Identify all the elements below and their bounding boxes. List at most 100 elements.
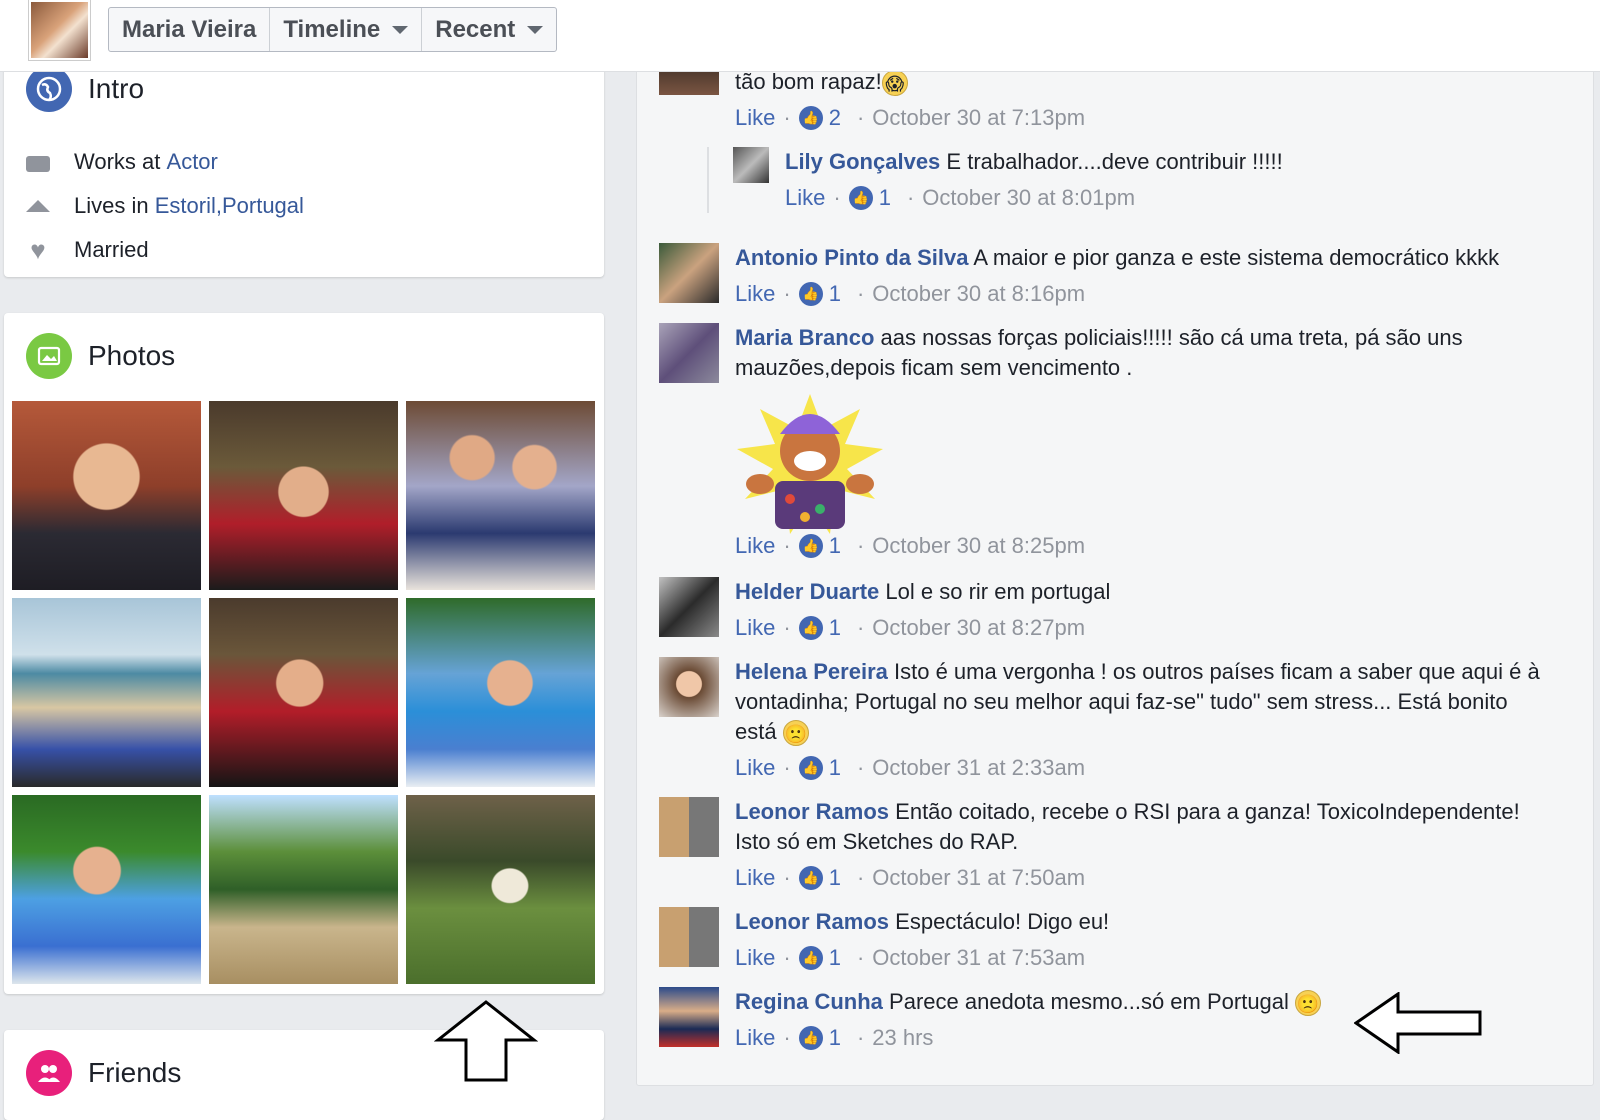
comment-body: Leonor Ramos Então coitado, recebe o RSI…: [735, 797, 1555, 893]
recent-dropdown[interactable]: Recent: [422, 8, 556, 51]
comment-timestamp[interactable]: October 30 at 7:13pm: [872, 103, 1085, 133]
shocked-emoji-icon: 😱: [881, 70, 908, 97]
photos-title[interactable]: Photos: [88, 340, 175, 372]
avatar[interactable]: [659, 577, 719, 637]
comment-author[interactable]: Helena Pereira: [735, 659, 888, 684]
comment-timestamp[interactable]: October 30 at 8:27pm: [872, 613, 1085, 643]
like-count[interactable]: 1: [829, 863, 841, 893]
comment-text: tão bom rapaz!: [735, 69, 882, 94]
profile-name-button[interactable]: Maria Vieira: [109, 8, 271, 51]
comment-author[interactable]: Leonor Ramos: [735, 909, 889, 934]
avatar[interactable]: [733, 147, 769, 183]
photo-thumbnail[interactable]: [209, 598, 398, 787]
photo-thumbnail[interactable]: [406, 401, 595, 590]
photo-thumbnail[interactable]: [12, 401, 201, 590]
like-count[interactable]: 2: [829, 103, 841, 133]
photo-thumbnail[interactable]: [12, 598, 201, 787]
comment-text: Lol e so rir em portugal: [885, 579, 1111, 604]
lives-country-link[interactable]: Portugal: [222, 193, 304, 219]
avatar[interactable]: [659, 323, 719, 383]
like-count[interactable]: 1: [829, 1023, 841, 1053]
like-link[interactable]: Like: [735, 613, 775, 643]
comment-author[interactable]: Maria Branco: [735, 325, 874, 350]
intro-card: Intro Works at Actor Lives in Estoril, P…: [4, 62, 604, 277]
comment-timestamp[interactable]: 23 hrs: [872, 1023, 933, 1053]
sad-emoji-icon: 🙁: [1295, 990, 1322, 1017]
comment-author[interactable]: Helder Duarte: [735, 579, 879, 604]
like-count[interactable]: 1: [829, 613, 841, 643]
comment-timestamp[interactable]: October 30 at 8:01pm: [922, 183, 1135, 213]
recent-label: Recent: [435, 15, 516, 43]
comment-meta: Like · 👍 1 · October 30 at 8:27pm: [735, 613, 1555, 643]
like-link[interactable]: Like: [735, 753, 775, 783]
dot-separator: ·: [783, 105, 791, 130]
comment-meta: Like · 👍 2 · October 30 at 7:13pm: [735, 103, 1555, 133]
like-link[interactable]: Like: [735, 279, 775, 309]
like-link[interactable]: Like: [735, 1023, 775, 1053]
dot-separator: ·: [783, 865, 791, 890]
timeline-dropdown[interactable]: Timeline: [270, 8, 423, 51]
like-link[interactable]: Like: [735, 103, 775, 133]
avatar[interactable]: [659, 907, 719, 967]
comment-author[interactable]: Lily Gonçalves: [785, 149, 940, 174]
like-count[interactable]: 1: [829, 531, 841, 561]
like-count[interactable]: 1: [879, 183, 891, 213]
profile-nav: Maria Vieira Timeline Recent: [108, 7, 558, 52]
comment-timestamp[interactable]: October 30 at 8:25pm: [872, 531, 1085, 561]
comment-text: Parece anedota mesmo...só em Portugal: [889, 989, 1289, 1014]
comment-body: Maria Branco aas nossas forças policiais…: [735, 323, 1555, 383]
dot-separator: ·: [856, 755, 865, 780]
comment-timestamp[interactable]: October 31 at 2:33am: [872, 753, 1085, 783]
sad-emoji-icon: 🙁: [782, 720, 809, 747]
comment-body: Lily Gonçalves E trabalhador....deve con…: [785, 147, 1545, 213]
house-icon: [26, 200, 50, 212]
comment-body: Antonio Pinto da Silva A maior e pior ga…: [735, 243, 1555, 309]
avatar[interactable]: [659, 243, 719, 303]
heart-icon: ♥: [30, 235, 46, 265]
comment-timestamp[interactable]: October 30 at 8:16pm: [872, 279, 1085, 309]
dot-separator: ·: [783, 1025, 791, 1050]
like-link[interactable]: Like: [735, 943, 775, 973]
up-arrow-icon: [434, 1000, 538, 1082]
profile-thumbnail[interactable]: [29, 0, 90, 60]
work-link[interactable]: Actor: [167, 149, 218, 175]
like-link[interactable]: Like: [735, 531, 775, 561]
comment-meta: Like · 👍 1 · October 30 at 8:25pm: [735, 531, 1555, 561]
photo-thumbnail[interactable]: [209, 401, 398, 590]
chevron-down-icon: [527, 25, 544, 34]
lives-prefix: Lives in: [74, 193, 149, 218]
laughing-sticker-icon[interactable]: [735, 389, 885, 539]
friends-title[interactable]: Friends: [88, 1057, 181, 1089]
comment-meta: Like · 👍 1 · October 31 at 7:50am: [735, 863, 1555, 893]
photos-card: Photos: [4, 313, 604, 994]
comment-body: Helder Duarte Lol e so rir em portugal L…: [735, 577, 1555, 643]
comment-timestamp[interactable]: October 31 at 7:50am: [872, 863, 1085, 893]
like-count[interactable]: 1: [829, 279, 841, 309]
photo-thumbnail[interactable]: [406, 598, 595, 787]
relationship-status: Married: [74, 237, 149, 262]
avatar[interactable]: [659, 797, 719, 857]
comment-meta: Like · 👍 1 · October 30 at 8:16pm: [735, 279, 1555, 309]
photo-thumbnail[interactable]: [406, 795, 595, 984]
thumbs-up-icon: 👍: [798, 106, 823, 130]
comment-timestamp[interactable]: October 31 at 7:53am: [872, 943, 1085, 973]
like-count[interactable]: 1: [829, 943, 841, 973]
intro-list: Works at Actor Lives in Estoril, Portuga…: [26, 140, 304, 272]
avatar[interactable]: [659, 987, 719, 1047]
thumbs-up-icon: 👍: [798, 946, 823, 970]
like-count[interactable]: 1: [829, 753, 841, 783]
briefcase-icon: [26, 156, 50, 172]
profile-top-bar: Maria Vieira Timeline Recent: [0, 0, 1600, 72]
like-link[interactable]: Like: [735, 863, 775, 893]
lives-city-link[interactable]: Estoril: [155, 193, 216, 219]
like-link[interactable]: Like: [785, 183, 825, 213]
comment-author[interactable]: Leonor Ramos: [735, 799, 889, 824]
photo-icon: [26, 333, 72, 379]
dot-separator: ·: [833, 185, 841, 210]
comment-author[interactable]: Regina Cunha: [735, 989, 883, 1014]
avatar[interactable]: [659, 657, 719, 717]
comment-author[interactable]: Antonio Pinto da Silva: [735, 245, 968, 270]
comment-text: Espectáculo! Digo eu!: [895, 909, 1110, 934]
photo-thumbnail[interactable]: [12, 795, 201, 984]
photo-thumbnail[interactable]: [209, 795, 398, 984]
